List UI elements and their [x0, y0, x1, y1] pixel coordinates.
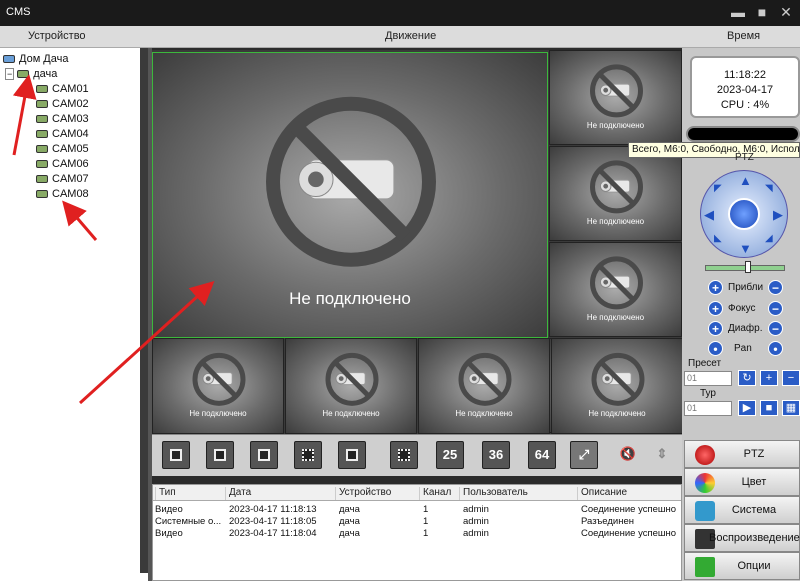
arrow-to-group — [12, 74, 37, 156]
annotation-arrows — [12, 74, 215, 405]
arrow-to-main-view — [78, 280, 215, 405]
arrow-to-cam08 — [62, 200, 98, 241]
